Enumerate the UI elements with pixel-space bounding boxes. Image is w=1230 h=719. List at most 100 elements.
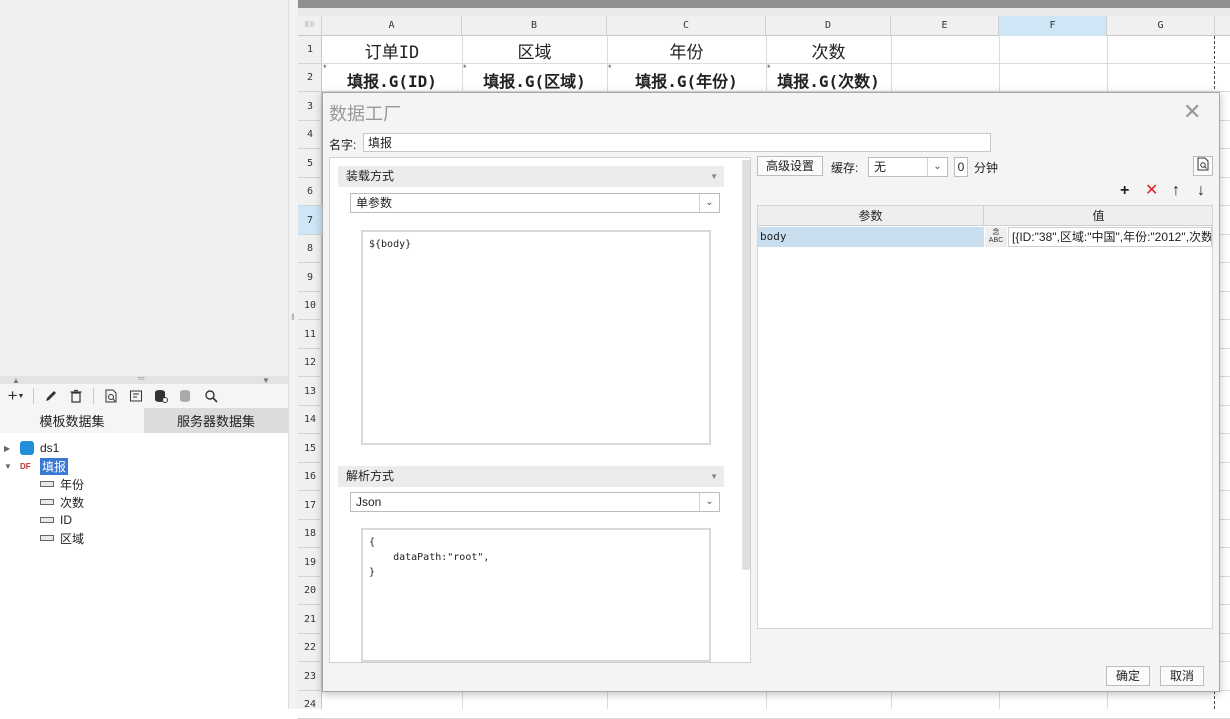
caret-right-icon[interactable]: ▶ — [4, 444, 14, 453]
row-header-15[interactable]: 15 — [298, 434, 322, 463]
row-header-20[interactable]: 20 — [298, 577, 322, 605]
row-header-21[interactable]: 21 — [298, 605, 322, 634]
preview-icon[interactable] — [101, 386, 121, 406]
sheet-top-bar — [298, 0, 1230, 8]
column-header-c[interactable]: C — [607, 16, 766, 36]
cache-select[interactable]: 无 ⌄ — [868, 157, 948, 177]
row-header-18[interactable]: 18 — [298, 520, 322, 548]
ok-button[interactable]: 确定 — [1106, 666, 1150, 686]
cell-a2[interactable]: 填报.G(ID) — [322, 68, 462, 92]
row-header-6[interactable]: 6 — [298, 178, 322, 206]
column-header-g[interactable]: G — [1107, 16, 1215, 36]
cell-b2[interactable]: 填报.G(区域) — [462, 68, 607, 92]
add-param-icon[interactable]: + — [1120, 182, 1129, 200]
chevron-down-icon[interactable]: ⌄ — [927, 158, 947, 176]
tree-field-region[interactable]: 区域 — [40, 529, 84, 547]
column-header-f[interactable]: F — [999, 16, 1107, 36]
name-input[interactable] — [363, 133, 991, 152]
row-header-1[interactable]: 1 — [298, 36, 322, 64]
load-mode-header[interactable]: 装载方式 ▼ — [338, 166, 724, 187]
tab-server-dataset[interactable]: 服务器数据集 — [144, 408, 288, 433]
panel-splitter[interactable]: ‖ — [288, 0, 298, 709]
load-body-editor[interactable]: ${body} — [361, 230, 711, 445]
parse-mode-select[interactable]: Json ⌄ — [350, 492, 720, 512]
config-scrollbar[interactable] — [742, 160, 750, 570]
panel-divider[interactable]: ▲ ═ ▼ — [0, 373, 288, 385]
advanced-settings-button[interactable]: 高级设置 — [757, 156, 824, 176]
add-icon[interactable]: + ▼ — [6, 386, 26, 406]
table-row[interactable]: body 念 ABC [{ID:"38",区域:"中国",年份:"2012",次… — [758, 227, 1212, 247]
chevron-down-icon[interactable]: ⌄ — [699, 194, 719, 212]
tab-template-dataset[interactable]: 模板数据集 — [0, 408, 144, 433]
cell-c2[interactable]: 填报.G(年份) — [607, 68, 766, 92]
move-down-icon[interactable]: ↓ — [1197, 182, 1205, 200]
splitter-grip-icon[interactable]: ‖ — [291, 312, 295, 322]
row-header-16[interactable]: 16 — [298, 463, 322, 491]
server-dataset-icon[interactable] — [126, 386, 146, 406]
cache-label: 缓存: — [831, 161, 859, 175]
row-header-12[interactable]: 12 — [298, 349, 322, 377]
column-header-e[interactable]: E — [891, 16, 999, 36]
row-header-23[interactable]: 23 — [298, 662, 322, 691]
row-header-9[interactable]: 9 — [298, 263, 322, 292]
cancel-button[interactable]: 取消 — [1160, 666, 1204, 686]
collapse-icon[interactable]: ▼ — [710, 166, 718, 187]
cell-c1[interactable]: 年份 — [607, 38, 766, 63]
close-icon[interactable]: ✕ — [1183, 101, 1201, 123]
row-header-14[interactable]: 14 — [298, 406, 322, 434]
row-header-13[interactable]: 13 — [298, 377, 322, 406]
row-header-8[interactable]: 8 — [298, 235, 322, 263]
preview-icon[interactable] — [1193, 156, 1213, 176]
column-header-a[interactable]: A — [322, 16, 462, 36]
field-label: 次数 — [60, 495, 85, 510]
type-switch-icon[interactable]: 念 ABC — [985, 227, 1007, 247]
cell-d1[interactable]: 次数 — [766, 38, 891, 63]
minutes-label: 分钟 — [974, 161, 999, 175]
grid-line — [322, 63, 1230, 64]
row-header-5[interactable]: 5 — [298, 149, 322, 178]
cell-b1[interactable]: 区域 — [462, 38, 607, 63]
row-header-2[interactable]: 2 — [298, 64, 322, 92]
tree-field-count[interactable]: 次数 — [40, 493, 84, 511]
param-value-cell[interactable]: [{ID:"38",区域:"中国",年份:"2012",次数 — [1008, 227, 1212, 247]
row-header-7[interactable]: 7 — [298, 206, 322, 235]
delete-param-icon[interactable]: ✕ — [1145, 182, 1158, 200]
column-header-b[interactable]: B — [462, 16, 607, 36]
collapse-icon[interactable]: ▼ — [710, 466, 718, 487]
row-header-19[interactable]: 19 — [298, 548, 322, 577]
database-icon[interactable] — [151, 386, 171, 406]
row-header-4[interactable]: 4 — [298, 121, 322, 149]
column-header-d[interactable]: D — [766, 16, 891, 36]
cell-a1[interactable]: 订单ID — [322, 38, 462, 63]
tree-item-fill[interactable]: ▼ DF 填报 — [4, 457, 69, 475]
cell-d2[interactable]: 填报.G(次数) — [766, 68, 891, 92]
tree-field-id[interactable]: ID — [40, 511, 72, 529]
edit-icon[interactable] — [41, 386, 61, 406]
row-header-11[interactable]: 11 — [298, 320, 322, 349]
select-all-corner[interactable]: ⠿⠿ — [298, 16, 322, 36]
row-header-17[interactable]: 17 — [298, 491, 322, 520]
parse-body-editor[interactable]: { dataPath:"root", } — [361, 528, 711, 662]
value-column-header[interactable]: 值 — [985, 206, 1212, 226]
database-gray-icon[interactable] — [176, 386, 196, 406]
tree-field-year[interactable]: 年份 — [40, 475, 84, 493]
row-header-10[interactable]: 10 — [298, 292, 322, 320]
row-header-24[interactable]: 24 — [298, 691, 322, 719]
load-mode-select[interactable]: 单参数 ⌄ — [350, 193, 720, 213]
field-label: ID — [60, 513, 72, 527]
row-header-22[interactable]: 22 — [298, 634, 322, 662]
param-name-cell[interactable]: body — [758, 227, 984, 247]
parse-mode-header[interactable]: 解析方式 ▼ — [338, 466, 724, 487]
delete-icon[interactable] — [66, 386, 86, 406]
caret-down-icon[interactable]: ▼ — [4, 462, 14, 471]
search-icon[interactable] — [201, 386, 221, 406]
select-value: 单参数 — [356, 196, 393, 210]
row-header-3[interactable]: 3 — [298, 92, 322, 121]
move-up-icon[interactable]: ↑ — [1172, 182, 1180, 200]
grip-icon[interactable]: ═ — [138, 373, 144, 383]
chevron-down-icon[interactable]: ⌄ — [699, 493, 719, 511]
cache-minutes-input[interactable]: 0 — [954, 157, 968, 177]
toolbar-separator — [33, 388, 34, 404]
param-column-header[interactable]: 参数 — [758, 206, 984, 226]
tree-item-ds1[interactable]: ▶ ds1 — [4, 439, 59, 457]
